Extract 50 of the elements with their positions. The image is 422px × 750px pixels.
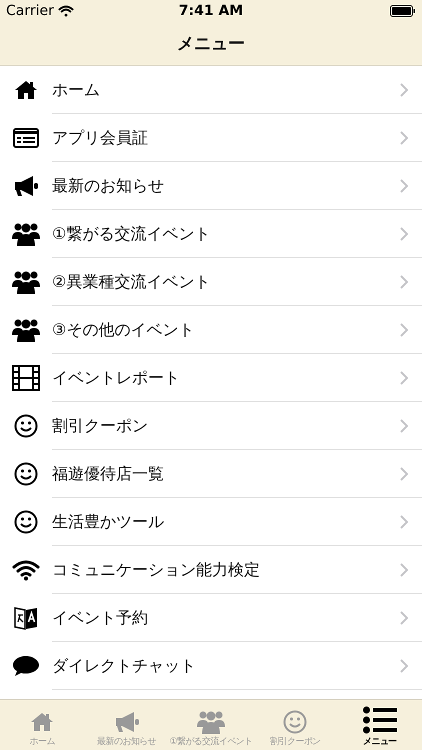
chevron-icon [400, 467, 408, 481]
chevron-icon [400, 419, 408, 433]
menu-item[interactable]: イベントレポート [0, 354, 422, 402]
menu-item[interactable]: ホーム [0, 66, 422, 114]
menu-icon [362, 706, 397, 734]
people-icon [12, 222, 40, 246]
chevron-icon [400, 515, 408, 529]
smiley-icon [14, 414, 38, 438]
smiley-icon [14, 510, 38, 534]
id-card-icon [13, 128, 39, 148]
menu-item[interactable]: 生活豊かツール [0, 498, 422, 546]
smiley-icon [14, 462, 38, 486]
speech-bubble-icon [12, 654, 40, 678]
chevron-icon [400, 179, 408, 193]
chevron-icon [400, 611, 408, 625]
clock-time: 7:41 AM [178, 3, 244, 19]
menu-item[interactable]: ③その他のイベント [0, 306, 422, 354]
home-icon [14, 78, 38, 102]
battery-icon [390, 5, 416, 17]
chevron-icon [400, 659, 408, 673]
people-icon [197, 710, 226, 734]
menu-item[interactable]: アプリ会員証 [0, 114, 422, 162]
film-icon [12, 365, 40, 391]
chevron-icon [400, 227, 408, 241]
smiley-icon [283, 710, 308, 734]
menu-item[interactable]: 最新のお知らせ [0, 162, 422, 210]
menu-item[interactable]: コミュニケーション能力検定 [0, 546, 422, 594]
people-icon [12, 318, 40, 342]
chevron-icon [400, 563, 408, 577]
menu-item[interactable]: ダイレクトチャット [0, 642, 422, 690]
menu-item[interactable]: ①繋がる交流イベント [0, 210, 422, 258]
wifi-icon [12, 559, 40, 581]
chevron-icon [400, 83, 408, 97]
screen-title: メニュー [177, 33, 245, 55]
chevron-icon [400, 131, 408, 145]
megaphone-icon [114, 710, 140, 734]
wifi-icon [58, 5, 74, 17]
menu-item[interactable]: イベント予約 [0, 594, 422, 642]
megaphone-icon [13, 174, 39, 198]
chevron-icon [400, 371, 408, 385]
translate-icon [13, 605, 39, 631]
chevron-icon [400, 275, 408, 289]
chevron-icon [400, 323, 408, 337]
tab-item[interactable]: メニュー [338, 700, 422, 750]
carrier-label: Carrier [6, 3, 54, 19]
people-icon [12, 270, 40, 294]
menu-item[interactable]: 割引クーポン [0, 402, 422, 450]
home-icon [30, 710, 54, 734]
menu-item[interactable]: 福遊優待店一覧 [0, 450, 422, 498]
menu-item[interactable]: ②異業種交流イベント [0, 258, 422, 306]
